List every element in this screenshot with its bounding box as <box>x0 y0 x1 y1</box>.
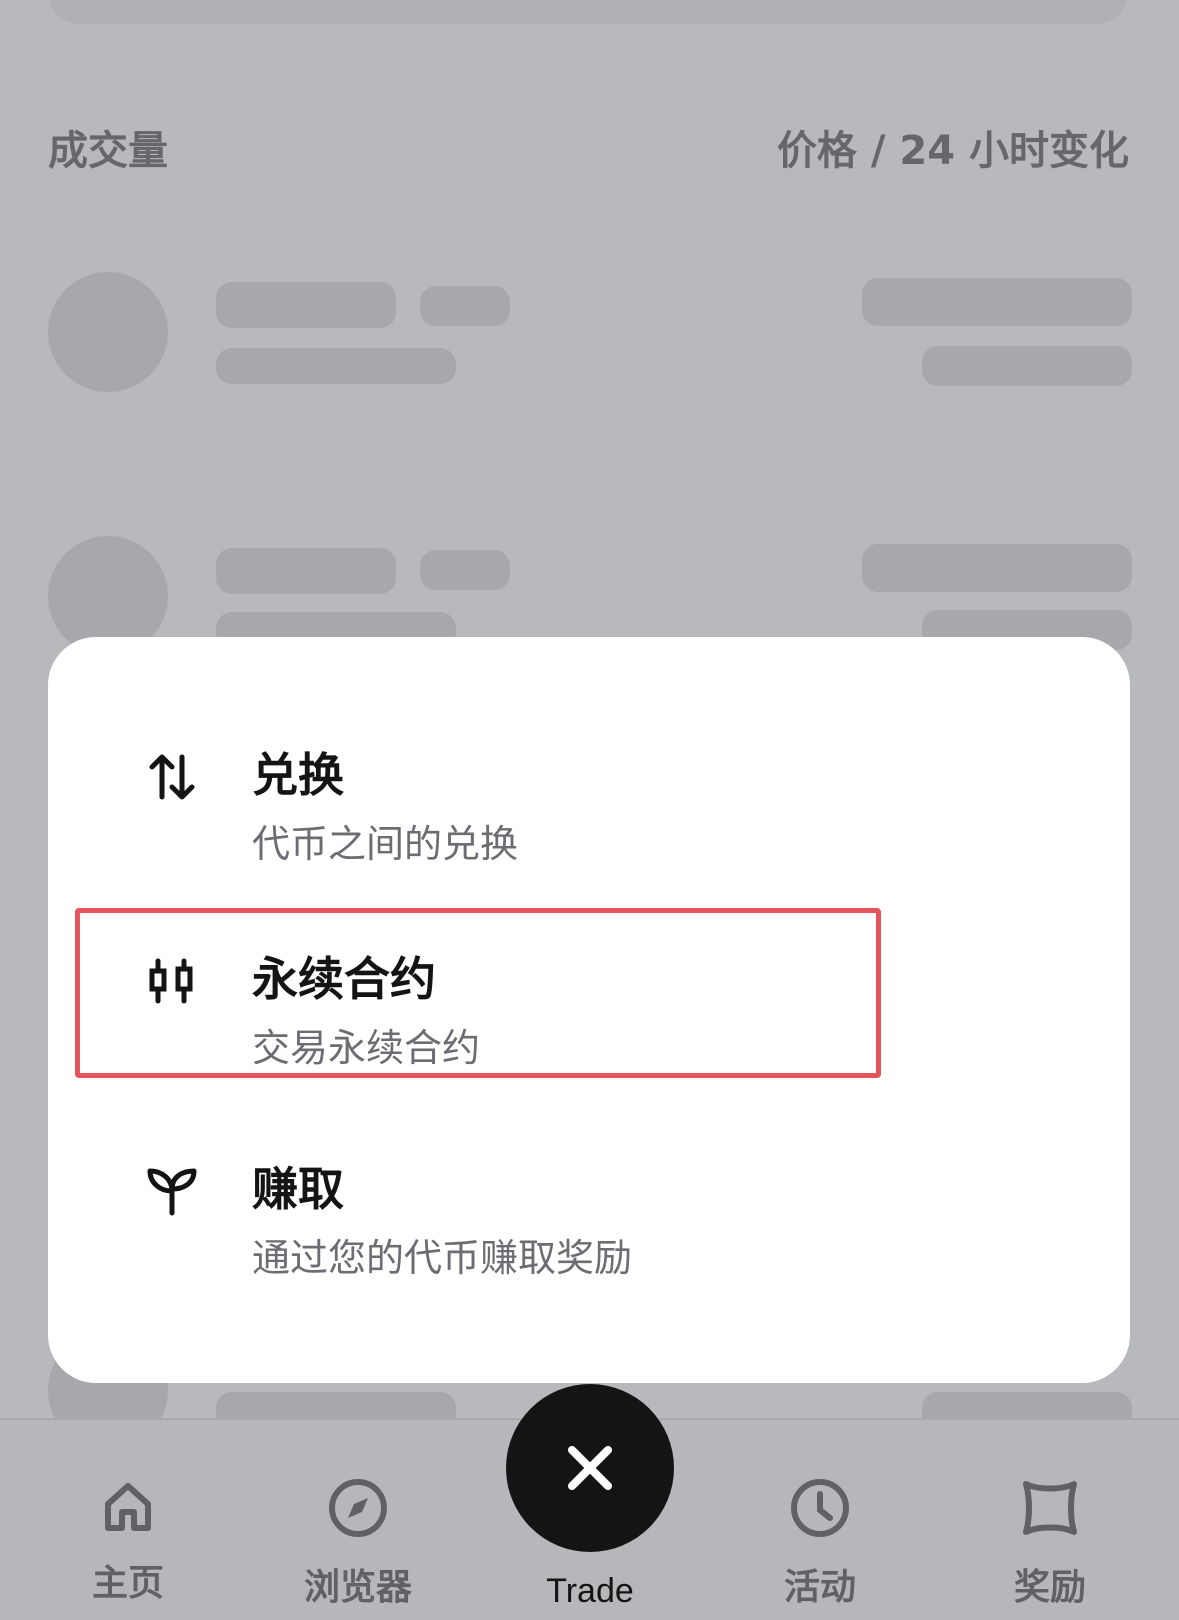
nav-label-home: 主页 <box>91 1563 164 1604</box>
nav-label-trade: Trade <box>546 1572 634 1610</box>
clock-icon <box>791 1479 849 1537</box>
skeleton-line <box>862 278 1132 326</box>
skeleton-line <box>420 550 510 590</box>
skeleton-line <box>216 282 396 328</box>
skeleton-line <box>216 348 456 384</box>
skeleton-line <box>420 286 510 326</box>
nav-label-browser: 浏览器 <box>303 1567 412 1608</box>
nav-item-activity[interactable]: 活动 <box>740 1476 900 1610</box>
menu-item-subtitle: 通过您的代币赚取奖励 <box>252 1236 633 1280</box>
sprout-icon <box>147 1168 197 1216</box>
nav-item-home[interactable]: 主页 <box>48 1476 208 1606</box>
nav-label-rewards: 奖励 <box>1013 1567 1086 1608</box>
menu-item-title: 兑换 <box>252 748 344 802</box>
volume-column-header[interactable]: 成交量 <box>48 118 168 176</box>
nav-item-browser[interactable]: 浏览器 <box>278 1476 438 1610</box>
menu-item-title: 赚取 <box>252 1162 344 1216</box>
nav-label-activity: 活动 <box>783 1567 856 1608</box>
menu-item-subtitle: 代币之间的兑换 <box>252 822 519 866</box>
skeleton-line <box>922 346 1132 386</box>
nav-item-rewards[interactable]: 奖励 <box>970 1476 1130 1610</box>
swap-arrows-icon <box>149 754 195 800</box>
skeleton-line <box>216 548 396 594</box>
compass-icon <box>329 1479 387 1537</box>
price-column-header[interactable]: 价格 / 24 小时变化 <box>777 118 1129 176</box>
menu-item-earn[interactable]: 赚取 通过您的代币赚取奖励 <box>96 1133 1096 1303</box>
skeleton-avatar <box>48 272 168 392</box>
menu-item-swap[interactable]: 兑换 代币之间的兑换 <box>96 719 1096 889</box>
skeleton-line <box>862 544 1132 592</box>
highlight-box <box>75 908 881 1078</box>
home-icon <box>105 1483 151 1531</box>
search-bar-placeholder <box>48 0 1128 24</box>
badge-icon <box>1023 1481 1077 1535</box>
close-icon <box>568 1446 612 1490</box>
